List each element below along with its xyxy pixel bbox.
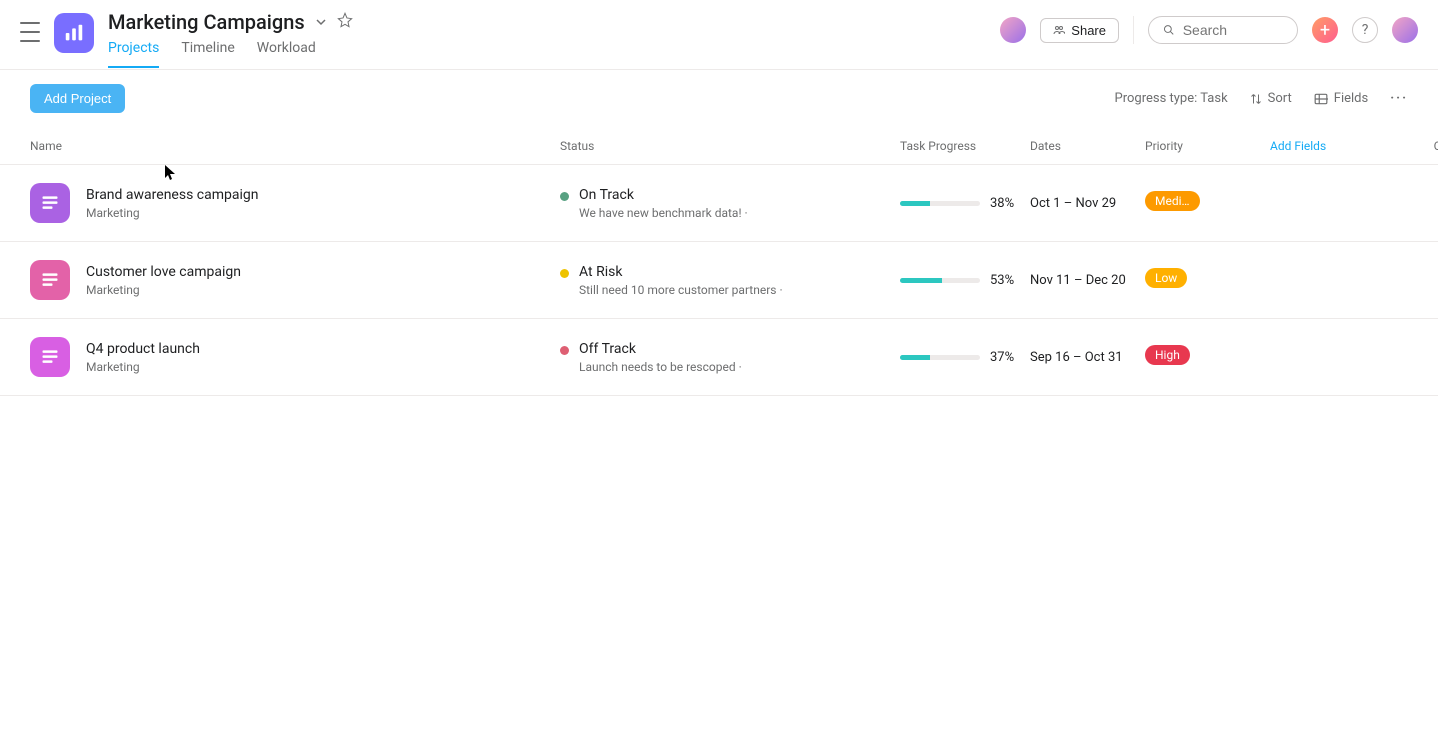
project-team: Marketing <box>86 206 258 220</box>
fields-icon <box>1314 93 1328 105</box>
date-range: Oct 1 – Nov 29 <box>1030 196 1145 211</box>
status-subtext: Launch needs to be rescoped · <box>579 360 742 374</box>
progress-pct: 38% <box>990 196 1014 211</box>
status-dot-icon <box>560 269 569 278</box>
status-label: Off Track <box>579 341 742 357</box>
date-range: Nov 11 – Dec 20 <box>1030 273 1145 288</box>
chevron-down-icon[interactable] <box>315 13 327 32</box>
fields-label: Fields <box>1334 91 1368 106</box>
project-icon <box>30 260 70 300</box>
help-button[interactable]: ? <box>1352 17 1378 43</box>
menu-toggle[interactable] <box>20 22 40 42</box>
share-button[interactable]: Share <box>1040 18 1119 43</box>
project-icon <box>30 183 70 223</box>
date-range: Sep 16 – Oct 31 <box>1030 350 1145 365</box>
project-name: Q4 product launch <box>86 341 200 357</box>
project-name: Customer love campaign <box>86 264 241 280</box>
priority-badge[interactable]: Low <box>1145 268 1187 288</box>
col-owner[interactable]: Owner <box>1400 139 1438 153</box>
project-team: Marketing <box>86 283 241 297</box>
sort-button[interactable]: Sort <box>1250 91 1292 106</box>
status-label: On Track <box>579 187 748 203</box>
tab-workload[interactable]: Workload <box>257 40 316 68</box>
project-team: Marketing <box>86 360 200 374</box>
status-dot-icon <box>560 192 569 201</box>
search-box[interactable] <box>1148 16 1298 44</box>
status-dot-icon <box>560 346 569 355</box>
portfolio-title: Marketing Campaigns <box>108 10 305 34</box>
more-menu-button[interactable]: ··· <box>1390 91 1408 106</box>
table-row[interactable]: Customer love campaign Marketing At Risk… <box>0 242 1438 319</box>
add-project-button[interactable]: Add Project <box>30 84 125 113</box>
table-row[interactable]: Q4 product launch Marketing Off Track La… <box>0 319 1438 396</box>
col-name[interactable]: Name <box>30 139 560 153</box>
status-subtext: We have new benchmark data! · <box>579 206 748 220</box>
status-label: At Risk <box>579 264 783 280</box>
tab-timeline[interactable]: Timeline <box>181 40 234 68</box>
progress-pct: 53% <box>990 273 1014 288</box>
profile-avatar[interactable] <box>1392 17 1418 43</box>
share-label: Share <box>1071 23 1106 38</box>
table-row[interactable]: Brand awareness campaign Marketing On Tr… <box>0 165 1438 242</box>
priority-badge[interactable]: Medi… <box>1145 191 1200 211</box>
status-subtext: Still need 10 more customer partners · <box>579 283 783 297</box>
project-icon <box>30 337 70 377</box>
star-icon[interactable] <box>337 12 353 32</box>
sort-icon <box>1250 93 1262 105</box>
sort-label: Sort <box>1268 91 1292 106</box>
col-priority[interactable]: Priority <box>1145 139 1270 153</box>
progress-type-label: Progress type: Task <box>1115 91 1228 106</box>
search-icon <box>1163 23 1175 37</box>
add-fields-button[interactable]: Add Fields <box>1270 139 1400 153</box>
tab-projects[interactable]: Projects <box>108 40 159 68</box>
fields-button[interactable]: Fields <box>1314 91 1368 106</box>
progress-bar <box>900 278 980 283</box>
progress-pct: 37% <box>990 350 1014 365</box>
member-avatar[interactable] <box>1000 17 1026 43</box>
col-task-progress[interactable]: Task Progress <box>900 139 1030 153</box>
divider <box>1133 16 1134 44</box>
portfolio-icon <box>54 13 94 53</box>
progress-bar <box>900 201 980 206</box>
search-input[interactable] <box>1183 22 1283 38</box>
progress-bar <box>900 355 980 360</box>
col-dates[interactable]: Dates <box>1030 139 1145 153</box>
col-status[interactable]: Status <box>560 139 900 153</box>
project-name: Brand awareness campaign <box>86 187 258 203</box>
progress-type-selector[interactable]: Progress type: Task <box>1115 91 1228 106</box>
people-icon <box>1053 24 1065 36</box>
global-add-button[interactable]: + <box>1312 17 1338 43</box>
priority-badge[interactable]: High <box>1145 345 1190 365</box>
